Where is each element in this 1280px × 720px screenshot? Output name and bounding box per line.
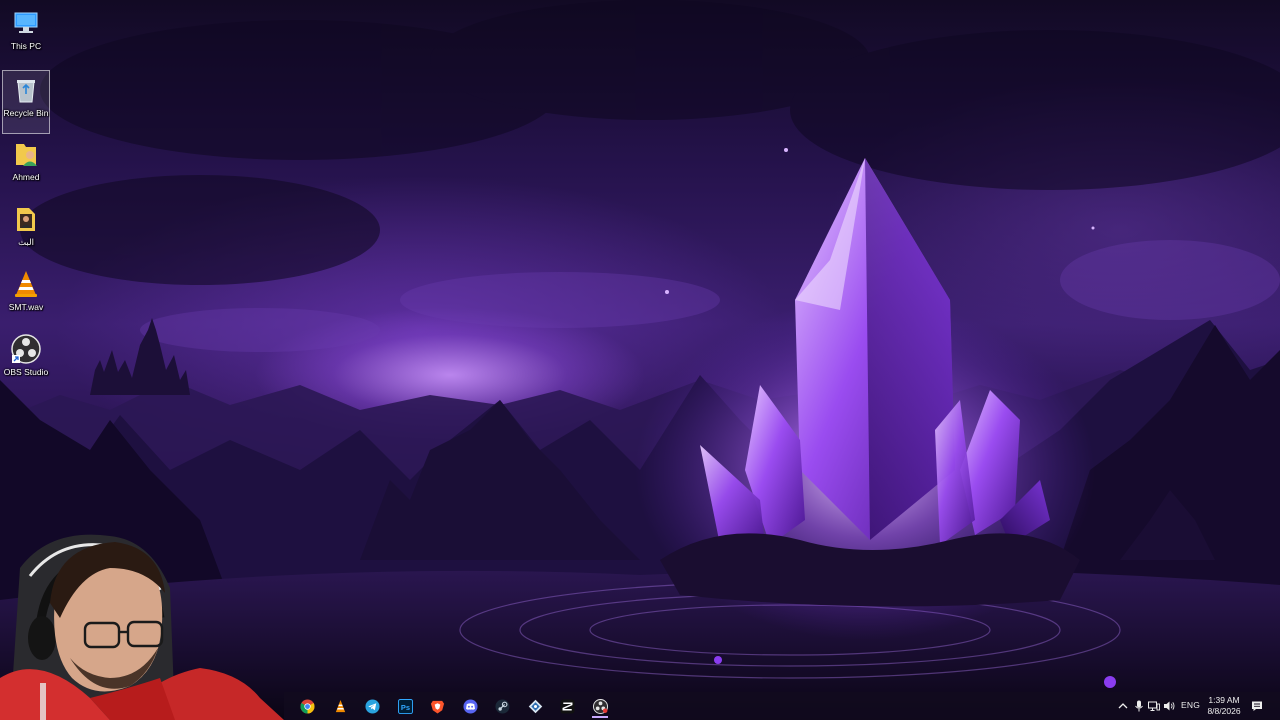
desktop-icon-label: OBS Studio: [3, 367, 49, 377]
taskbar-app-vlc[interactable]: [326, 694, 354, 718]
clock[interactable]: 1:39 AM 8/8/2026: [1202, 695, 1246, 717]
language-indicator[interactable]: ENG: [1181, 700, 1200, 710]
streamer-webcam-feed: [0, 534, 284, 720]
clock-date: 8/8/2026: [1207, 706, 1241, 716]
folder-icon: [10, 203, 42, 235]
desktop-icon-obs-studio[interactable]: OBS Studio: [2, 330, 50, 394]
desktop-icon-label: Ahmed: [12, 172, 40, 182]
microphone-icon[interactable]: [1132, 699, 1146, 713]
taskbar-app-chrome[interactable]: [293, 694, 321, 718]
recycle-bin-icon: [10, 74, 42, 106]
desktop-icon-label: Recycle Bin: [3, 108, 49, 118]
taskbar-app-photoshop[interactable]: Ps: [391, 694, 419, 718]
chevron-up-icon[interactable]: [1116, 699, 1130, 713]
svg-text:Ps: Ps: [401, 703, 410, 712]
desktop-icon-this-pc[interactable]: This PC: [2, 4, 50, 68]
steam-icon: [495, 699, 510, 714]
photoshop-icon: Ps: [398, 699, 413, 714]
volume-icon[interactable]: [1162, 699, 1176, 713]
capcut-icon: [560, 699, 575, 714]
desktop-icon-label: البث: [18, 237, 34, 247]
desktop-icon-label: This PC: [10, 41, 42, 51]
chrome-icon: [300, 699, 315, 714]
brave-icon: [430, 700, 445, 714]
taskbar-app-obs-studio[interactable]: [586, 694, 614, 718]
desktop-icon-smt-wav[interactable]: SMT.wav: [2, 265, 50, 329]
taskbar-app-capcut[interactable]: [553, 694, 581, 718]
desktop-icon-label: SMT.wav: [8, 302, 44, 312]
vlc-cone-icon: [10, 268, 42, 300]
network-icon[interactable]: [1147, 699, 1161, 713]
taskbar-app-discord[interactable]: [456, 694, 484, 718]
taskbar-app-steam[interactable]: [488, 694, 516, 718]
obs-studio-icon: [10, 333, 42, 365]
discord-icon: [463, 699, 478, 714]
desktop-icon-stream-folder[interactable]: البث: [2, 200, 50, 264]
vlc-cone-icon: [335, 699, 346, 713]
desktop-icon-ahmed[interactable]: Ahmed: [2, 135, 50, 199]
taskbar-app-network-tool[interactable]: [521, 694, 549, 718]
this-pc-icon: [10, 7, 42, 39]
telegram-icon: [365, 699, 380, 714]
obs-studio-icon: [593, 699, 608, 714]
user-folder-icon: [10, 138, 42, 170]
taskbar-app-brave[interactable]: [423, 694, 451, 718]
webcam-overlay: [0, 528, 284, 720]
clock-time: 1:39 AM: [1208, 695, 1240, 705]
desktop-icon-recycle-bin[interactable]: Recycle Bin: [2, 70, 50, 134]
diamond-app-icon: [528, 699, 543, 714]
taskbar-app-telegram[interactable]: [358, 694, 386, 718]
notification-center-icon[interactable]: [1250, 699, 1264, 713]
taskbar: Ps ENG 1:39 AM 8/8/2026: [284, 692, 1280, 720]
